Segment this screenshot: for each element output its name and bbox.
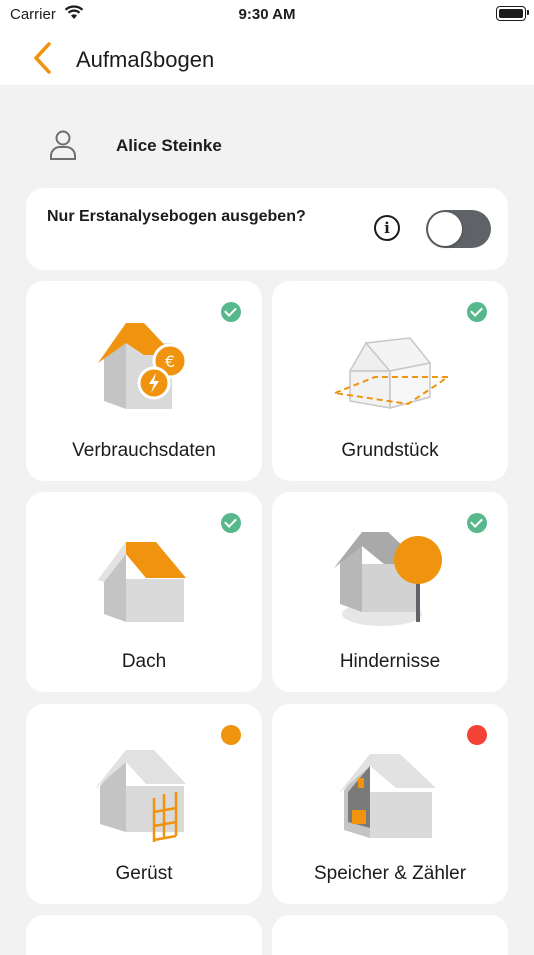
info-icon[interactable]: i — [374, 215, 400, 241]
user-row: Alice Steinke — [44, 126, 494, 166]
card-label: Grundstück — [341, 440, 439, 461]
svg-text:€: € — [165, 352, 175, 371]
house-tree-obstacle-icon — [334, 532, 442, 626]
first-analysis-switch[interactable] — [426, 210, 491, 248]
user-name: Alice Steinke — [116, 136, 222, 155]
card-label: Dach — [121, 651, 167, 672]
first-analysis-toggle-card: Nur Erstanalysebogen ausgeben? i — [26, 188, 508, 270]
card-verbrauchsdaten[interactable]: € Verbrauchsdaten — [26, 281, 262, 481]
house-scaffold-icon — [94, 750, 186, 842]
switch-knob — [428, 212, 462, 246]
page-title: Aufmaßbogen — [76, 47, 215, 72]
card-dach[interactable]: Dach — [26, 492, 262, 692]
house-storage-meter-icon — [338, 754, 436, 838]
status-pending-icon — [221, 725, 241, 745]
card-speicher-zaehler[interactable]: Speicher & Zähler — [272, 704, 508, 904]
card-label: Gerüst — [115, 863, 173, 884]
house-euro-energy-icon: € — [98, 323, 188, 409]
plot-outline-icon — [331, 337, 450, 409]
user-icon — [50, 130, 76, 160]
navigation-bar: Aufmaßbogen — [0, 30, 534, 85]
card-label: Speicher & Zähler — [313, 863, 467, 884]
card-geruest[interactable]: Gerüst — [26, 704, 262, 904]
battery-icon — [496, 6, 529, 21]
clock: 9:30 AM — [238, 6, 296, 23]
card-partial[interactable] — [26, 915, 262, 955]
status-done-icon — [467, 302, 487, 322]
house-roof-icon — [98, 542, 186, 622]
card-label: Hindernisse — [339, 651, 441, 672]
card-label: Verbrauchsdaten — [72, 440, 216, 461]
status-done-icon — [221, 302, 241, 322]
card-hindernisse[interactable]: Hindernisse — [272, 492, 508, 692]
card-grundstueck[interactable]: Grundstück — [272, 281, 508, 481]
status-done-icon — [467, 513, 487, 533]
status-error-icon — [467, 725, 487, 745]
toggle-label: Nur Erstanalysebogen ausgeben? — [47, 208, 306, 225]
status-bar: Carrier 9:30 AM — [0, 0, 534, 30]
back-chevron-icon[interactable] — [28, 40, 58, 76]
status-done-icon — [221, 513, 241, 533]
card-partial[interactable] — [272, 915, 508, 955]
